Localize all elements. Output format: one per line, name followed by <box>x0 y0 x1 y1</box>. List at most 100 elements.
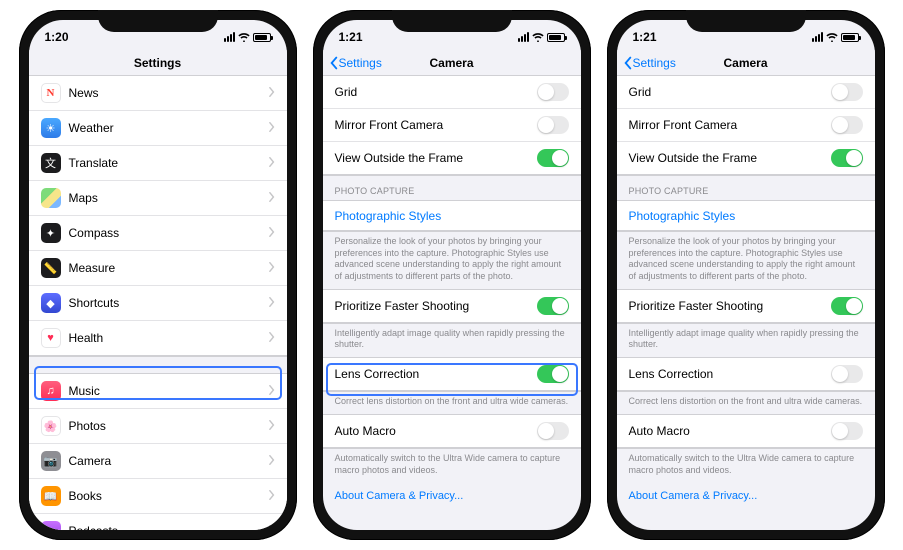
nav-title: Camera <box>723 56 767 70</box>
row-podcasts[interactable]: ◉Podcasts <box>29 514 287 530</box>
battery-icon <box>841 33 859 42</box>
camera-content[interactable]: Grid Mirror Front Camera View Outside th… <box>617 76 875 530</box>
screen-camera-off: 1:21 Settings Camera Grid Mirror Front C… <box>617 20 875 530</box>
desc-photo-styles: Personalize the look of your photos by b… <box>323 232 581 289</box>
chevron-icon <box>269 122 275 135</box>
chevron-left-icon <box>329 56 339 70</box>
screen-camera-on: 1:21 Settings Camera Grid Mirror Front C… <box>323 20 581 530</box>
phone-settings: 1:20 Settings NNews ☀Weather 文Translate … <box>19 10 297 540</box>
row-automacro[interactable]: Auto Macro <box>617 415 875 448</box>
desc-automacro: Automatically switch to the Ultra Wide c… <box>323 449 581 482</box>
signal-icon <box>518 32 529 42</box>
row-photo-styles[interactable]: Photographic Styles <box>323 201 581 231</box>
maps-icon <box>41 188 61 208</box>
row-measure[interactable]: 📏Measure <box>29 251 287 286</box>
row-photo-styles[interactable]: Photographic Styles <box>617 201 875 231</box>
row-mirror[interactable]: Mirror Front Camera <box>617 109 875 142</box>
row-mirror[interactable]: Mirror Front Camera <box>323 109 581 142</box>
toggle-lens[interactable] <box>537 365 569 383</box>
row-compass[interactable]: ✦Compass <box>29 216 287 251</box>
status-bar: 1:20 <box>29 20 287 50</box>
row-prioritize[interactable]: Prioritize Faster Shooting <box>617 290 875 323</box>
row-outside[interactable]: View Outside the Frame <box>617 142 875 175</box>
row-prioritize[interactable]: Prioritize Faster Shooting <box>323 290 581 323</box>
compass-icon: ✦ <box>41 223 61 243</box>
status-time: 1:21 <box>339 30 363 44</box>
weather-icon: ☀ <box>41 118 61 138</box>
chevron-icon <box>269 262 275 275</box>
row-news[interactable]: NNews <box>29 76 287 111</box>
toggle-prioritize[interactable] <box>537 297 569 315</box>
desc-lens: Correct lens distortion on the front and… <box>617 392 875 414</box>
row-lens[interactable]: Lens Correction <box>323 358 581 391</box>
row-maps[interactable]: Maps <box>29 181 287 216</box>
nav-bar: Settings Camera <box>617 50 875 76</box>
status-bar: 1:21 <box>323 20 581 50</box>
toggle-automacro[interactable] <box>831 422 863 440</box>
row-weather[interactable]: ☀Weather <box>29 111 287 146</box>
signal-icon <box>224 32 235 42</box>
back-button[interactable]: Settings <box>329 56 382 70</box>
toggle-grid[interactable] <box>537 83 569 101</box>
chevron-left-icon <box>623 56 633 70</box>
back-button[interactable]: Settings <box>623 56 676 70</box>
chevron-icon <box>269 332 275 345</box>
nav-title: Settings <box>134 56 181 70</box>
toggle-lens[interactable] <box>831 365 863 383</box>
toggle-outside[interactable] <box>831 149 863 167</box>
camera-content[interactable]: Grid Mirror Front Camera View Outside th… <box>323 76 581 530</box>
row-photos[interactable]: 🌸Photos <box>29 409 287 444</box>
photos-icon: 🌸 <box>41 416 61 436</box>
chevron-icon <box>269 87 275 100</box>
toggle-outside[interactable] <box>537 149 569 167</box>
chevron-icon <box>269 157 275 170</box>
translate-icon: 文 <box>41 153 61 173</box>
chevron-icon <box>269 385 275 398</box>
status-bar: 1:21 <box>617 20 875 50</box>
desc-automacro: Automatically switch to the Ultra Wide c… <box>617 449 875 482</box>
desc-prioritize: Intelligently adapt image quality when r… <box>617 324 875 357</box>
chevron-icon <box>269 455 275 468</box>
battery-icon <box>253 33 271 42</box>
nav-bar: Settings <box>29 50 287 76</box>
row-shortcuts[interactable]: ◆Shortcuts <box>29 286 287 321</box>
chevron-icon <box>269 192 275 205</box>
toggle-mirror[interactable] <box>537 116 569 134</box>
row-music[interactable]: ♫Music <box>29 374 287 409</box>
toggle-grid[interactable] <box>831 83 863 101</box>
row-camera[interactable]: 📷Camera <box>29 444 287 479</box>
battery-icon <box>547 33 565 42</box>
row-grid[interactable]: Grid <box>617 76 875 109</box>
chevron-icon <box>269 525 275 531</box>
status-time: 1:20 <box>45 30 69 44</box>
row-lens[interactable]: Lens Correction <box>617 358 875 391</box>
podcasts-icon: ◉ <box>41 521 61 530</box>
toggle-prioritize[interactable] <box>831 297 863 315</box>
chevron-icon <box>269 297 275 310</box>
desc-prioritize: Intelligently adapt image quality when r… <box>323 324 581 357</box>
measure-icon: 📏 <box>41 258 61 278</box>
row-grid[interactable]: Grid <box>323 76 581 109</box>
about-camera-privacy-link[interactable]: About Camera & Privacy... <box>617 482 875 510</box>
status-time: 1:21 <box>633 30 657 44</box>
about-camera-privacy-link[interactable]: About Camera & Privacy... <box>323 482 581 510</box>
row-books[interactable]: 📖Books <box>29 479 287 514</box>
toggle-automacro[interactable] <box>537 422 569 440</box>
settings-content[interactable]: NNews ☀Weather 文Translate Maps ✦Compass … <box>29 76 287 530</box>
chevron-icon <box>269 420 275 433</box>
signal-icon <box>812 32 823 42</box>
row-translate[interactable]: 文Translate <box>29 146 287 181</box>
news-icon: N <box>41 83 61 103</box>
desc-photo-styles: Personalize the look of your photos by b… <box>617 232 875 289</box>
section-photo-capture: Photo Capture <box>617 176 875 200</box>
row-automacro[interactable]: Auto Macro <box>323 415 581 448</box>
section-photo-capture: Photo Capture <box>323 176 581 200</box>
camera-icon: 📷 <box>41 451 61 471</box>
toggle-mirror[interactable] <box>831 116 863 134</box>
nav-bar: Settings Camera <box>323 50 581 76</box>
chevron-icon <box>269 227 275 240</box>
books-icon: 📖 <box>41 486 61 506</box>
row-outside[interactable]: View Outside the Frame <box>323 142 581 175</box>
row-health[interactable]: ♥Health <box>29 321 287 356</box>
phone-camera-on: 1:21 Settings Camera Grid Mirror Front C… <box>313 10 591 540</box>
